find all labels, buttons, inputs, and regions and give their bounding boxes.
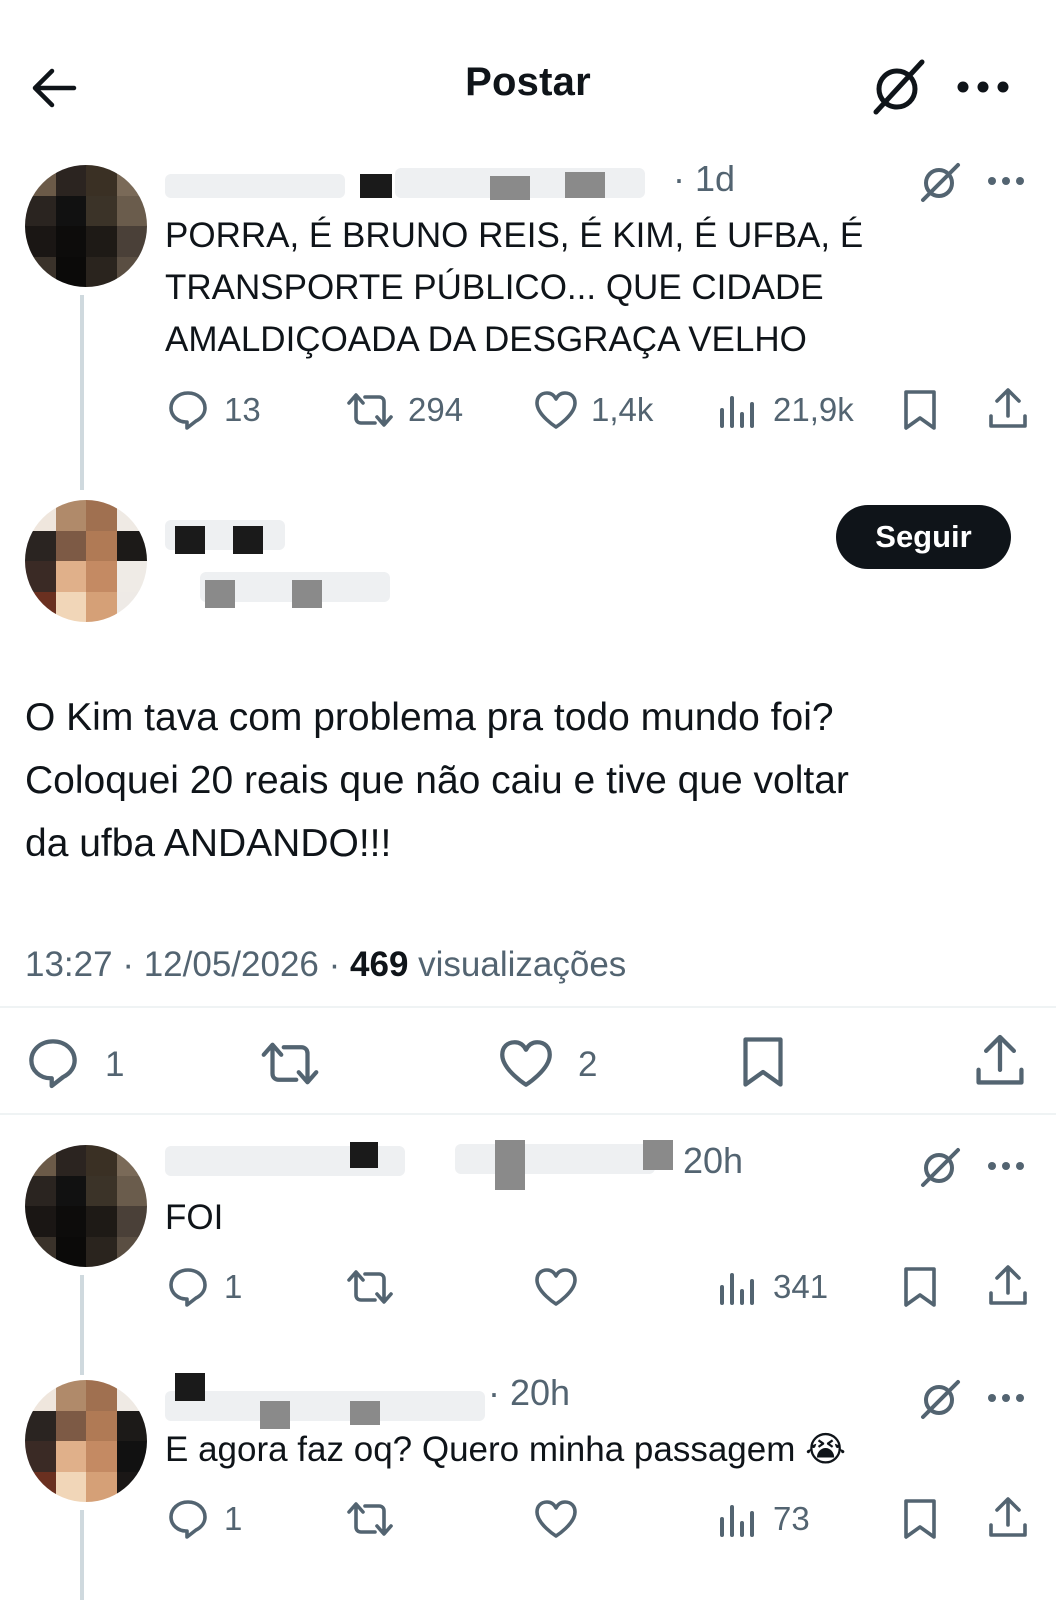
bookmark-icon[interactable]: [900, 388, 940, 432]
views-count: 21,9k: [773, 391, 854, 428]
like-count: 2: [578, 1045, 598, 1084]
thread-line: [80, 1275, 84, 1375]
reply-icon[interactable]: [25, 1035, 81, 1091]
separator-dot: ·: [122, 945, 134, 984]
like-icon[interactable]: [497, 1036, 555, 1091]
user-name-redacted[interactable]: [165, 1373, 495, 1429]
post-time[interactable]: · 1d: [673, 158, 735, 200]
follow-button[interactable]: Seguir: [836, 505, 1011, 569]
post-text: PORRA, É BRUNO REIS, É KIM, É UFBA, É TR…: [165, 210, 1035, 366]
share-icon[interactable]: [986, 1495, 1030, 1541]
post-text-line: Coloquei 20 reais que não caiu e tive qu…: [25, 759, 849, 802]
like-count: 1,4k: [591, 391, 654, 428]
repost-count: 294: [408, 391, 464, 428]
share-icon[interactable]: [986, 1263, 1030, 1309]
reply-count: 13: [224, 391, 261, 428]
repost-icon[interactable]: [346, 388, 394, 432]
grok-icon[interactable]: [918, 160, 962, 204]
share-icon[interactable]: [986, 386, 1030, 432]
separator-dot: ·: [328, 945, 341, 984]
reply-count: 1: [224, 1500, 243, 1537]
divider: [0, 1113, 1056, 1115]
thread-line: [80, 1510, 84, 1600]
views-count: 73: [773, 1500, 810, 1537]
reply-count: 1: [224, 1268, 243, 1305]
bookmark-icon[interactable]: [900, 1265, 940, 1309]
share-icon[interactable]: [972, 1032, 1028, 1090]
avatar[interactable]: [25, 500, 147, 622]
like-icon[interactable]: [533, 1265, 579, 1309]
avatar[interactable]: [25, 165, 147, 287]
post-text-line: PORRA, É BRUNO REIS, É KIM, É UFBA, É: [165, 216, 864, 255]
user-name-redacted[interactable]: [165, 168, 675, 204]
reply-icon[interactable]: [166, 388, 210, 432]
post-date[interactable]: 12/05/2026: [144, 945, 319, 984]
avatar[interactable]: [25, 1380, 147, 1502]
more-icon[interactable]: [955, 74, 1011, 100]
user-name-redacted[interactable]: [165, 1140, 675, 1190]
bookmark-icon[interactable]: [900, 1497, 940, 1541]
more-icon[interactable]: [986, 172, 1026, 190]
bookmark-icon[interactable]: [738, 1033, 788, 1091]
views-icon[interactable]: [718, 1497, 758, 1541]
reply-count: 1: [105, 1045, 125, 1084]
reply-icon[interactable]: [166, 1265, 210, 1309]
like-icon[interactable]: [533, 1497, 579, 1541]
views-icon[interactable]: [718, 1265, 758, 1309]
post-text-line: O Kim tava com problema pra todo mundo f…: [25, 696, 834, 739]
user-handle-redacted[interactable]: [200, 572, 400, 608]
views-label: visualizações: [418, 945, 627, 984]
repost-icon[interactable]: [260, 1036, 320, 1091]
more-icon[interactable]: [986, 1389, 1026, 1407]
post-text: O Kim tava com problema pra todo mundo f…: [25, 686, 1035, 875]
grok-icon[interactable]: [918, 1377, 962, 1421]
post-text-line: da ufba ANDANDO!!!: [25, 822, 392, 865]
grok-icon[interactable]: [868, 56, 930, 118]
repost-icon[interactable]: [346, 1265, 394, 1309]
views-count: 469: [350, 945, 409, 984]
post-time[interactable]: · 20h: [488, 1372, 570, 1414]
avatar[interactable]: [25, 1145, 147, 1267]
post-timestamp: 13:27 · 12/05/2026 · 469 visualizações: [25, 945, 626, 985]
repost-icon[interactable]: [346, 1497, 394, 1541]
like-icon[interactable]: [533, 388, 579, 432]
post-time[interactable]: 13:27: [25, 945, 113, 984]
grok-icon[interactable]: [918, 1145, 962, 1189]
views-icon[interactable]: [718, 388, 758, 432]
user-name-redacted[interactable]: [165, 520, 305, 556]
thread-line: [80, 295, 84, 490]
reply-text: FOI: [165, 1198, 224, 1237]
post-text-line: TRANSPORTE PÚBLICO... QUE CIDADE: [165, 268, 824, 307]
views-count: 341: [773, 1268, 829, 1305]
divider: [0, 1006, 1056, 1008]
post-text-line: AMALDIÇOADA DA DESGRAÇA VELHO: [165, 320, 807, 359]
more-icon[interactable]: [986, 1157, 1026, 1175]
post-time[interactable]: 20h: [683, 1140, 743, 1182]
reply-icon[interactable]: [166, 1497, 210, 1541]
reply-text: E agora faz oq? Quero minha passagem 😭: [165, 1430, 846, 1469]
